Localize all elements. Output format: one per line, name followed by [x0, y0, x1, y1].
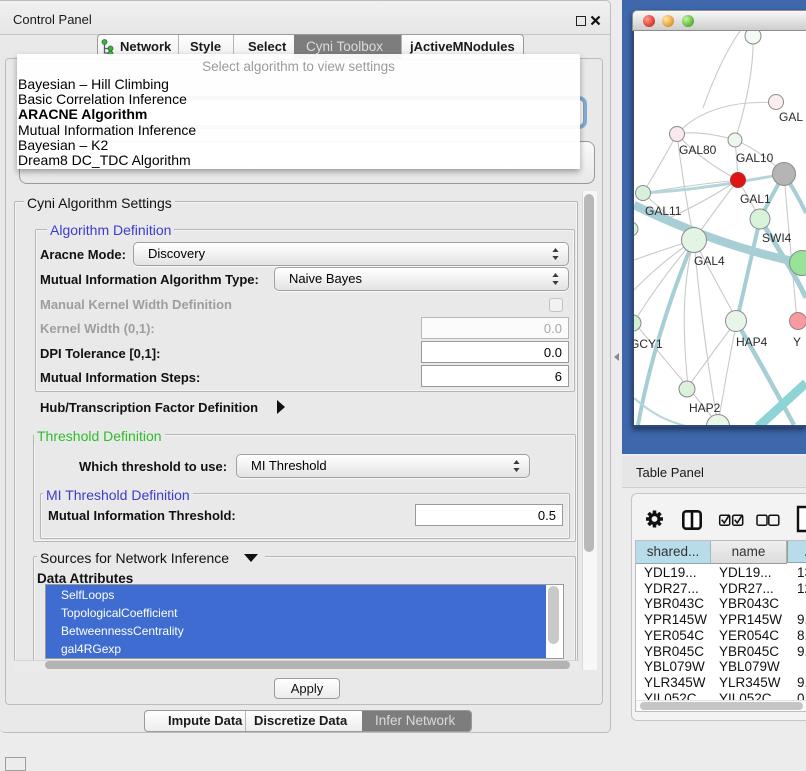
svg-text:GAL80: GAL80 — [679, 143, 717, 157]
svg-text:GAL1: GAL1 — [740, 192, 771, 206]
svg-text:GAL10: GAL10 — [736, 151, 774, 165]
svg-text:HAP4: HAP4 — [736, 335, 768, 349]
svg-text:GAL4: GAL4 — [694, 254, 725, 268]
svg-text:SWI4: SWI4 — [762, 231, 792, 245]
svg-text:GAL: GAL — [779, 110, 803, 124]
svg-text:GCY1: GCY1 — [634, 337, 663, 351]
svg-text:Y: Y — [793, 335, 801, 349]
svg-text:HAP2: HAP2 — [689, 401, 721, 415]
svg-text:GAL11: GAL11 — [645, 204, 682, 218]
